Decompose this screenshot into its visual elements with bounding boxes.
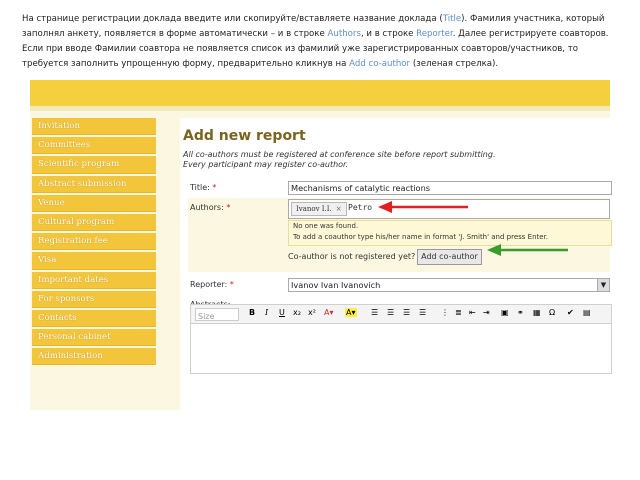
reporter-selected-value: Ivanov Ivan Ivanovich bbox=[291, 280, 381, 290]
image-icon[interactable]: ▣ bbox=[501, 308, 509, 317]
sidebar-item-important-dates[interactable]: Important dates bbox=[32, 271, 156, 289]
authors-row: Authors: * Ivanov I.I. × Petro No one was… bbox=[188, 198, 612, 272]
instruction-addcoauthor-word: Add co-author bbox=[349, 59, 411, 69]
required-mark: * bbox=[212, 183, 217, 192]
link-icon[interactable]: ⚭ bbox=[517, 308, 524, 317]
superscript-icon[interactable]: x² bbox=[308, 308, 316, 317]
sidebar-item-personal-cabinet[interactable]: Personal cabinet bbox=[32, 329, 156, 347]
instruction-part: , и в строке bbox=[360, 29, 417, 39]
coauthor-question: Co-author is not registered yet? bbox=[288, 252, 416, 261]
sidebar-item-venue[interactable]: Venue bbox=[32, 194, 156, 212]
site-header-bar bbox=[30, 80, 610, 106]
autocomplete-hint: No one was found. To add a coauthor type… bbox=[288, 220, 612, 246]
spellcheck-icon[interactable]: ✔ bbox=[567, 308, 574, 317]
italic-icon[interactable]: I bbox=[265, 308, 268, 317]
reporter-select[interactable]: Ivanov Ivan Ivanovich ▼ bbox=[288, 278, 610, 292]
instruction-authors-word: Authors bbox=[327, 29, 361, 39]
authors-label: Authors: * bbox=[190, 203, 230, 212]
reporter-label-text: Reporter: bbox=[190, 280, 228, 289]
text-color-icon[interactable]: A▾ bbox=[324, 308, 334, 317]
required-mark: * bbox=[229, 280, 234, 289]
instruction-part: На странице регистрации доклада введите … bbox=[22, 14, 443, 24]
sidebar-item-scientific-program[interactable]: Scientific program bbox=[32, 156, 156, 174]
sidebar-item-registration-fee[interactable]: Registration fee bbox=[32, 233, 156, 251]
authors-typed-text[interactable]: Petro bbox=[348, 203, 372, 212]
chevron-down-icon[interactable]: ▼ bbox=[597, 279, 609, 291]
website-screenshot: Invitation Committees Scientific program… bbox=[30, 80, 612, 410]
font-size-placeholder: Size bbox=[198, 312, 215, 321]
sidebar-item-committees[interactable]: Committees bbox=[32, 137, 156, 155]
font-size-select[interactable]: Size bbox=[195, 308, 239, 321]
abstract-editor-area[interactable] bbox=[190, 323, 612, 374]
title-input[interactable]: Mechanisms of catalytic reactions bbox=[288, 181, 612, 195]
instruction-text: На странице регистрации доклада введите … bbox=[22, 12, 622, 72]
instruction-title-word: Title bbox=[442, 14, 462, 24]
underline-icon[interactable]: U bbox=[279, 308, 285, 317]
bulleted-list-icon[interactable]: ≣ bbox=[455, 308, 462, 317]
reporter-label: Reporter: * bbox=[190, 280, 234, 289]
editor-toolbar: Size B I U x₂ x² A▾ A▾ ☰ ☰ ☰ ☰ ⋮ ≣ ⇤ ⇥ ▣… bbox=[190, 304, 612, 324]
title-label: Title: * bbox=[190, 183, 216, 192]
sidebar-item-contacts[interactable]: Contacts bbox=[32, 309, 156, 328]
instruction-part: (зеленая стрелка). bbox=[410, 59, 499, 69]
page-title: Add new report bbox=[183, 128, 306, 144]
subscript-icon[interactable]: x₂ bbox=[293, 308, 301, 317]
numbered-list-icon[interactable]: ⋮ bbox=[441, 308, 449, 317]
source-icon[interactable]: ▤ bbox=[583, 308, 591, 317]
bold-icon[interactable]: B bbox=[249, 308, 255, 317]
highlight-color-icon[interactable]: A▾ bbox=[345, 308, 357, 317]
authors-label-text: Authors: bbox=[190, 203, 224, 212]
form-note-line: All co-authors must be registered at con… bbox=[183, 150, 496, 159]
sidebar-item-cultural-program[interactable]: Cultural program bbox=[32, 213, 156, 232]
required-mark: * bbox=[226, 203, 231, 212]
tag-remove-icon[interactable]: × bbox=[336, 205, 342, 213]
reporter-row: Reporter: * Ivanov Ivan Ivanovich ▼ bbox=[188, 276, 610, 294]
instruction-reporter-word: Reporter bbox=[416, 29, 453, 39]
form-note-line: Every participant may register co-author… bbox=[183, 160, 349, 169]
sidebar-item-visa[interactable]: Visa bbox=[32, 252, 156, 270]
align-right-icon[interactable]: ☰ bbox=[403, 308, 410, 317]
author-tag-name: Ivanov I.I. bbox=[296, 205, 332, 213]
align-left-icon[interactable]: ☰ bbox=[371, 308, 378, 317]
form-note: All co-authors must be registered at con… bbox=[183, 150, 496, 170]
author-tag[interactable]: Ivanov I.I. × bbox=[291, 202, 347, 216]
sidebar-item-for-sponsors[interactable]: For sponsors bbox=[32, 290, 156, 308]
justify-icon[interactable]: ☰ bbox=[419, 308, 426, 317]
hint-line: No one was found. bbox=[293, 222, 359, 230]
title-row: Title: * Mechanisms of catalytic reactio… bbox=[188, 180, 612, 196]
title-label-text: Title: bbox=[190, 183, 210, 192]
align-center-icon[interactable]: ☰ bbox=[387, 308, 394, 317]
hint-line: To add a coauthor type his/her name in f… bbox=[293, 233, 549, 241]
table-icon[interactable]: ▦ bbox=[533, 308, 541, 317]
add-coauthor-button[interactable]: Add co-author bbox=[417, 249, 482, 265]
site-header-stripe bbox=[30, 106, 610, 111]
sidebar-nav: Invitation Committees Scientific program… bbox=[32, 118, 156, 367]
symbol-icon[interactable]: Ω bbox=[549, 308, 555, 317]
sidebar-item-administration[interactable]: Administration bbox=[32, 348, 156, 366]
sidebar-item-abstract-submission[interactable]: Abstract submission bbox=[32, 175, 156, 193]
outdent-icon[interactable]: ⇤ bbox=[469, 308, 476, 317]
indent-icon[interactable]: ⇥ bbox=[483, 308, 490, 317]
sidebar-item-invitation[interactable]: Invitation bbox=[32, 118, 156, 136]
